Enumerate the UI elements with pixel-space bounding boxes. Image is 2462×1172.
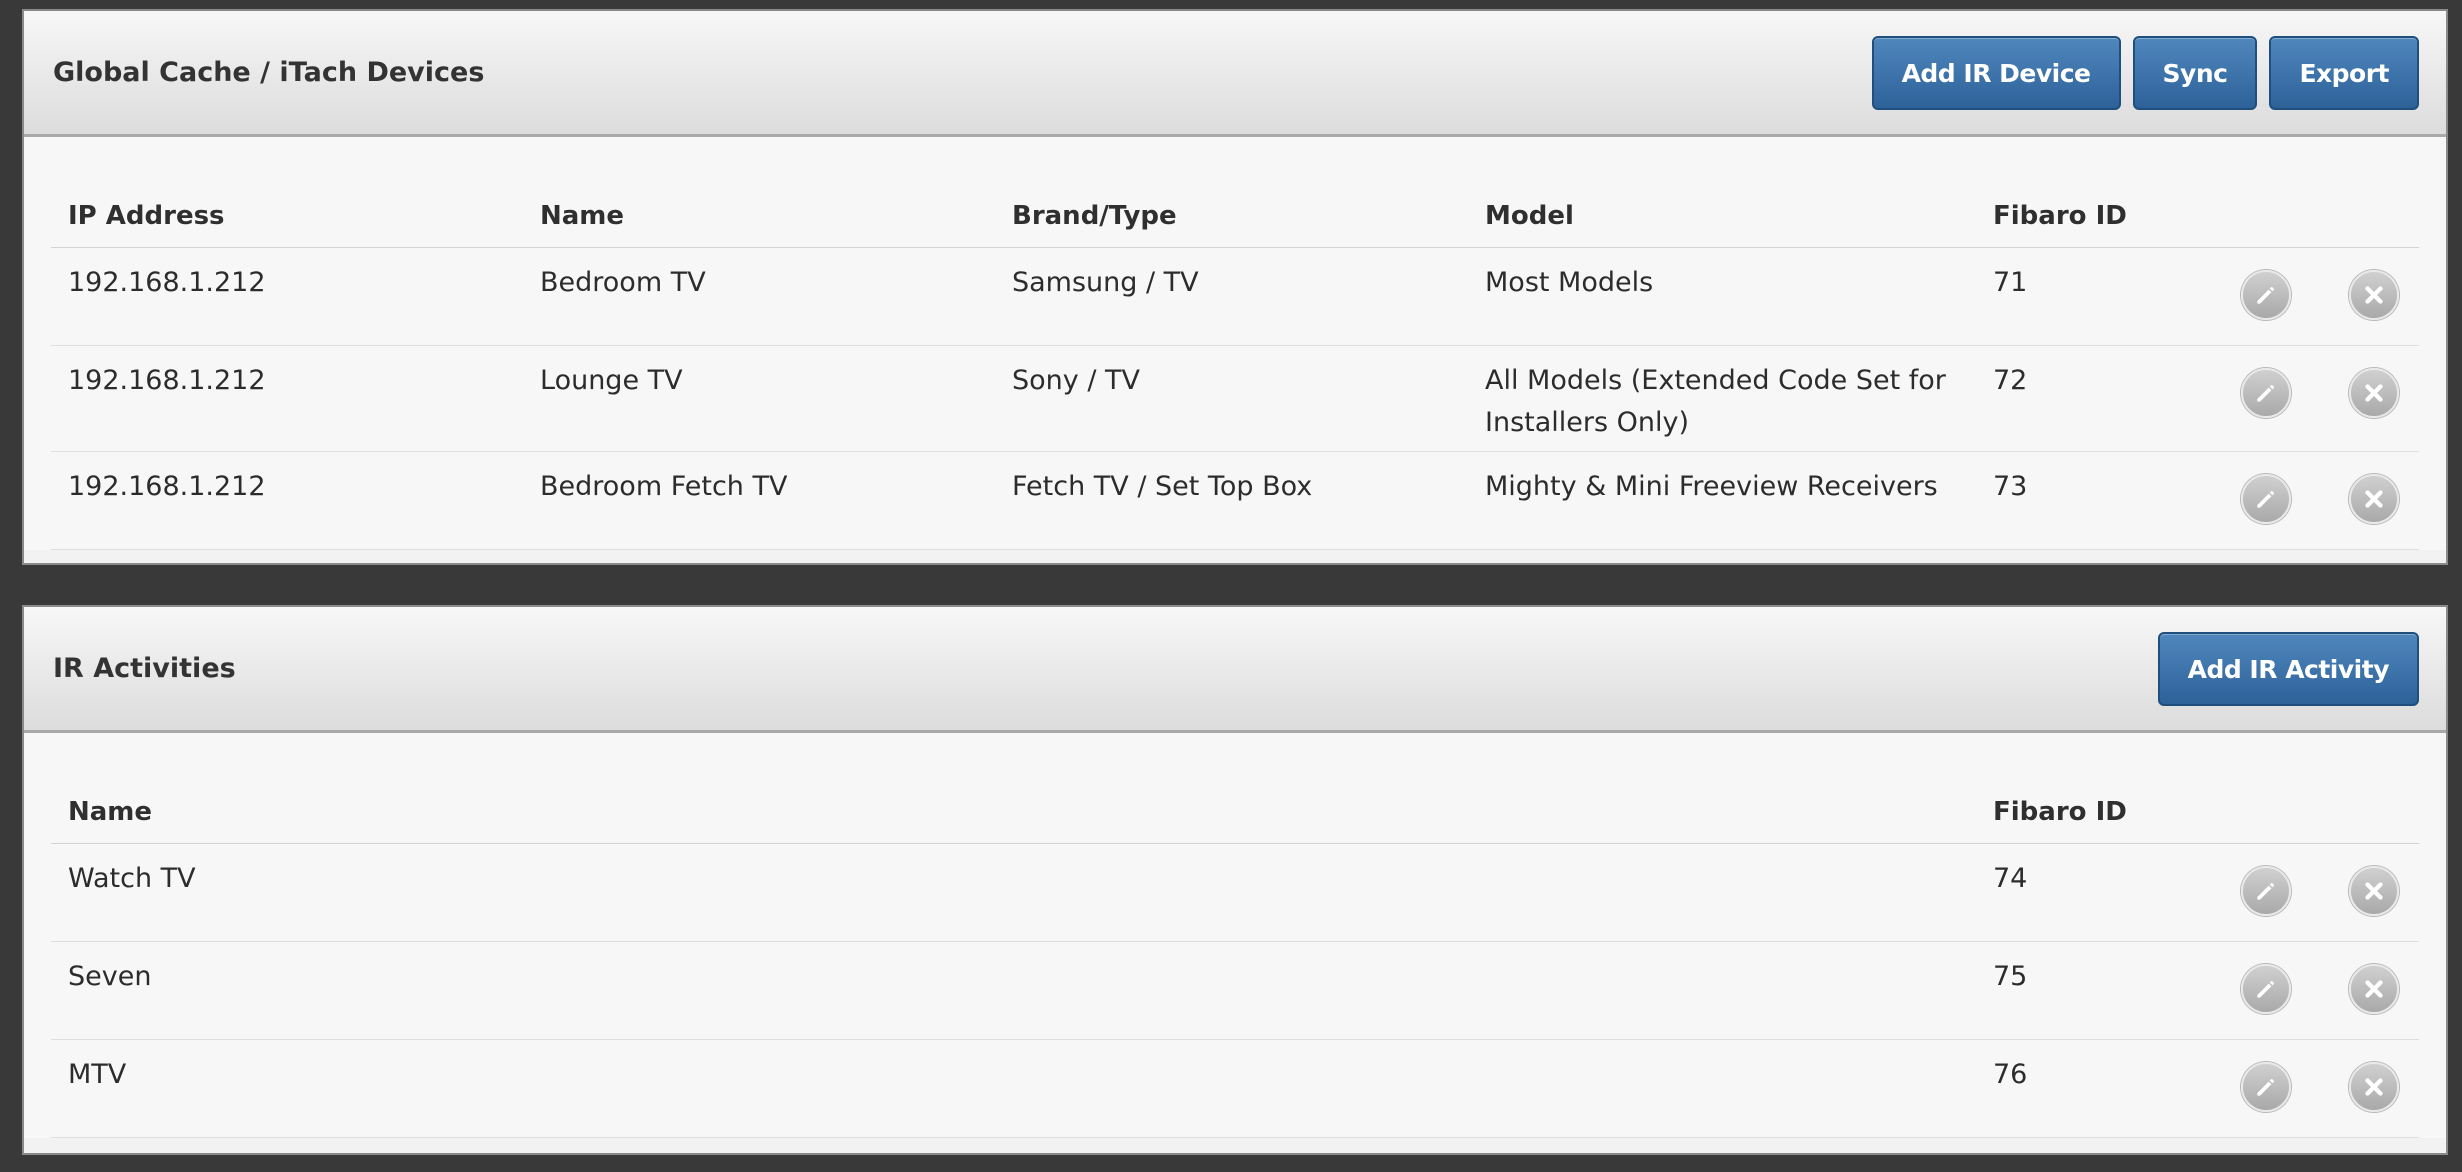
edit-button[interactable] bbox=[2241, 1062, 2291, 1112]
pencil-icon bbox=[2257, 882, 2275, 900]
column-header-fibaro-id: Fibaro ID bbox=[1993, 201, 2127, 231]
delete-button[interactable] bbox=[2349, 474, 2399, 524]
devices-toolbar: Add IR Device Sync Export bbox=[1871, 36, 2419, 110]
delete-button[interactable] bbox=[2349, 270, 2399, 320]
cell-fibaro-id: 71 bbox=[1993, 267, 2028, 298]
cell-name: Watch TV bbox=[68, 863, 196, 894]
cell-model: Most Models bbox=[1485, 267, 1654, 298]
cell-fibaro-id: 73 bbox=[1993, 471, 2028, 502]
sync-button[interactable]: Sync bbox=[2132, 36, 2258, 110]
column-header-name: Name bbox=[68, 797, 153, 827]
cell-ip: 192.168.1.212 bbox=[68, 471, 266, 502]
delete-button[interactable] bbox=[2349, 964, 2399, 1014]
pencil-icon bbox=[2257, 384, 2275, 402]
pencil-icon bbox=[2257, 490, 2275, 508]
edit-button[interactable] bbox=[2241, 368, 2291, 418]
cell-brand: Sony / TV bbox=[1012, 365, 1140, 396]
devices-panel: Global Cache / iTach Devices Add IR Devi… bbox=[22, 9, 2448, 565]
cell-ip: 192.168.1.212 bbox=[68, 365, 266, 396]
activities-panel-header: IR Activities Add IR Activity bbox=[24, 607, 2446, 733]
table-row: 192.168.1.212 Bedroom TV Samsung / TV Mo… bbox=[51, 248, 2419, 346]
close-icon bbox=[2365, 882, 2383, 900]
close-icon bbox=[2365, 980, 2383, 998]
delete-button[interactable] bbox=[2349, 1062, 2399, 1112]
devices-table-header: IP Address Name Brand/Type Model Fibaro … bbox=[51, 137, 2419, 248]
table-row: MTV 76 bbox=[51, 1040, 2419, 1138]
activities-toolbar: Add IR Activity bbox=[2157, 632, 2419, 706]
cell-brand: Fetch TV / Set Top Box bbox=[1012, 471, 1313, 502]
cell-name: Bedroom Fetch TV bbox=[540, 471, 788, 502]
pencil-icon bbox=[2257, 980, 2275, 998]
cell-fibaro-id: 72 bbox=[1993, 365, 2028, 396]
edit-button[interactable] bbox=[2241, 270, 2291, 320]
cell-model: Mighty & Mini Freeview Receivers bbox=[1485, 471, 1938, 502]
delete-button[interactable] bbox=[2349, 866, 2399, 916]
edit-button[interactable] bbox=[2241, 866, 2291, 916]
activities-panel-title: IR Activities bbox=[53, 653, 236, 684]
edit-button[interactable] bbox=[2241, 474, 2291, 524]
cell-model: All Models (Extended Code Set for Instal… bbox=[1485, 365, 1946, 438]
table-row: 192.168.1.212 Lounge TV Sony / TV All Mo… bbox=[51, 346, 2419, 452]
devices-table: IP Address Name Brand/Type Model Fibaro … bbox=[24, 137, 2446, 550]
cell-fibaro-id: 76 bbox=[1993, 1059, 2028, 1090]
table-row: Seven 75 bbox=[51, 942, 2419, 1040]
devices-panel-header: Global Cache / iTach Devices Add IR Devi… bbox=[24, 11, 2446, 137]
add-ir-device-button[interactable]: Add IR Device bbox=[1871, 36, 2121, 110]
close-icon bbox=[2365, 490, 2383, 508]
export-button[interactable]: Export bbox=[2269, 36, 2419, 110]
column-header-model: Model bbox=[1485, 201, 1574, 231]
cell-fibaro-id: 74 bbox=[1993, 863, 2028, 894]
add-ir-activity-button[interactable]: Add IR Activity bbox=[2157, 632, 2419, 706]
cell-ip: 192.168.1.212 bbox=[68, 267, 266, 298]
column-header-name: Name bbox=[540, 201, 625, 231]
activities-table-header: Name Fibaro ID bbox=[51, 733, 2419, 844]
column-header-brand: Brand/Type bbox=[1012, 201, 1177, 231]
close-icon bbox=[2365, 1078, 2383, 1096]
cell-name: Seven bbox=[68, 961, 152, 992]
activities-panel: IR Activities Add IR Activity Name Fibar… bbox=[22, 605, 2448, 1155]
close-icon bbox=[2365, 286, 2383, 304]
cell-brand: Samsung / TV bbox=[1012, 267, 1199, 298]
delete-button[interactable] bbox=[2349, 368, 2399, 418]
column-header-ip: IP Address bbox=[68, 201, 225, 231]
edit-button[interactable] bbox=[2241, 964, 2291, 1014]
cell-name: Bedroom TV bbox=[540, 267, 706, 298]
cell-name: Lounge TV bbox=[540, 365, 683, 396]
table-row: Watch TV 74 bbox=[51, 844, 2419, 942]
close-icon bbox=[2365, 384, 2383, 402]
cell-fibaro-id: 75 bbox=[1993, 961, 2028, 992]
pencil-icon bbox=[2257, 1078, 2275, 1096]
pencil-icon bbox=[2257, 286, 2275, 304]
devices-panel-title: Global Cache / iTach Devices bbox=[53, 57, 485, 88]
column-header-fibaro-id: Fibaro ID bbox=[1993, 797, 2127, 827]
table-row: 192.168.1.212 Bedroom Fetch TV Fetch TV … bbox=[51, 452, 2419, 550]
activities-table: Name Fibaro ID Watch TV 74 Seven 75 MTV bbox=[24, 733, 2446, 1138]
cell-name: MTV bbox=[68, 1059, 127, 1090]
